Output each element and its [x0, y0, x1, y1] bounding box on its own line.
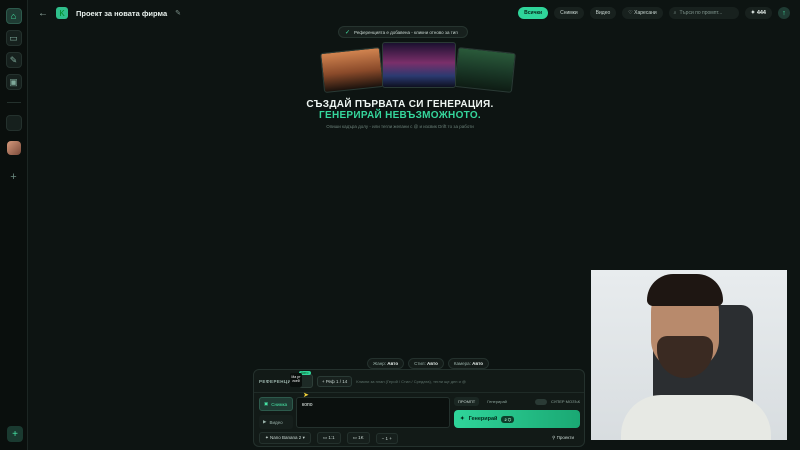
camera-label: Камера: [453, 361, 471, 366]
toast-notification: ✓ Референцията е добавена - кликни отнов… [338, 26, 468, 38]
type-image-button[interactable]: ▣ Снимка [259, 397, 293, 411]
type-image-label: Снимка [271, 401, 288, 407]
hero-image-neon-city [382, 42, 456, 88]
video-icon: ▶ [263, 419, 267, 424]
hero-image-stack [320, 40, 516, 98]
references-row: РЕФЕРЕНЦИИ Авто + Реф 1 / 14 Кликни за п… [254, 370, 584, 393]
hero-subtitle: ГЕНЕРИРАЙ НЕВЪЗМОЖНОТО. [319, 110, 481, 121]
check-icon: ✓ [345, 29, 351, 36]
search-icon: ⌕ [673, 10, 677, 16]
genre-value: Авто [387, 361, 399, 366]
user-menu-icon[interactable]: ↑ [778, 7, 790, 19]
box-icon[interactable]: ▣ [5, 74, 22, 90]
camera-pill[interactable]: Камера: Авто [447, 358, 490, 369]
projects-link[interactable]: ⚲ Проекти [547, 433, 579, 443]
webcam-overlay [591, 270, 787, 440]
edit-title-icon[interactable]: ✎ [175, 9, 181, 17]
media-type-selector: ▣ Снимка ▶ Видео [259, 397, 293, 429]
hero-image-forest [454, 47, 516, 93]
prompt-input[interactable]: копо [296, 397, 450, 428]
preset-pills: Жанр: Авто Стил: Авто Камера: Авто [367, 358, 490, 369]
reference-count-chip[interactable]: + Реф 1 / 14 [316, 375, 353, 387]
generate-label: Генерирай [468, 416, 498, 422]
generation-panel: РЕФЕРЕНЦИИ Авто + Реф 1 / 14 Кликни за п… [253, 369, 585, 447]
topbar: ← K Проект за новата фирма ✎ Всички Сним… [28, 0, 800, 26]
search-placeholder: Търси по промпт... [679, 10, 723, 16]
webcam-shirt [621, 395, 771, 440]
back-arrow-icon[interactable]: ← [38, 8, 48, 19]
project-title: Проект за новата фирма [76, 8, 168, 18]
type-video-label: Видео [269, 419, 283, 425]
top-right-controls: Всички Снимки Видео ♡ Харесани ⌕ Търси п… [518, 7, 790, 19]
super-mode-label: СУПЕР МОЗЪК [551, 399, 580, 404]
hero-title: СЪЗДАЙ ПЪРВАТА СИ ГЕНЕРАЦИЯ. [306, 99, 494, 110]
home-icon[interactable]: ⌂ [5, 8, 22, 24]
resolution-value: 1K [358, 435, 364, 440]
mouse-cursor-icon: ➤ [303, 392, 309, 399]
mode-prompt-tab[interactable]: ПРОМПТ [454, 397, 480, 406]
mode-row: ПРОМПТ Генерирай СУПЕР МОЗЪК [454, 397, 580, 406]
filter-liked-label: Харесани [634, 10, 657, 16]
hero-hint: Опиши кадъра долу - или тегли желани с @… [326, 124, 474, 129]
sparkle-icon: ✦ [460, 416, 465, 422]
type-video-button[interactable]: ▶ Видео [259, 415, 293, 429]
resolution-select[interactable]: ▭ 1K [346, 432, 370, 444]
model-value: Nano Banana 2 [270, 435, 302, 440]
count-stepper[interactable]: − 1 + [375, 432, 398, 444]
camera-value: Авто [472, 361, 484, 366]
brush-icon[interactable]: ✎ [5, 52, 22, 68]
image-icon: ▣ [264, 401, 269, 406]
style-value: Авто [427, 361, 438, 366]
folder-icon[interactable]: ▭ [5, 30, 22, 46]
ratio-select[interactable]: ▭ 1:1 [316, 432, 341, 444]
mode-generate-tab[interactable]: Генерирай [483, 397, 511, 406]
settings-row: ✦ Nano Banana 2 ▾ ▭ 1:1 ▭ 1K − 1 + ⚲ Про… [259, 432, 579, 444]
generate-button[interactable]: ✦ Генерирай 2 ⬡ [454, 410, 580, 428]
project-logo-icon: K [56, 7, 68, 19]
reference-tooltip: Ма рт лкей [290, 373, 302, 387]
prompt-value: копо [302, 402, 313, 408]
avatar[interactable] [6, 141, 21, 155]
sidebar: ⌂ ▭ ✎ ▣ + + [0, 0, 28, 450]
super-mode-toggle[interactable] [535, 398, 548, 405]
filter-images[interactable]: Снимки [554, 7, 584, 19]
credits-value: 444 [756, 10, 766, 16]
add-project-icon[interactable]: + [10, 171, 16, 183]
genre-pill[interactable]: Жанр: Авто [367, 358, 405, 369]
reference-hint: Кликни за план (Герой / Стил / Средата),… [356, 378, 466, 384]
hero-image-sunset [320, 46, 384, 94]
style-label: Стил: [414, 361, 426, 366]
generate-controls: ПРОМПТ Генерирай СУПЕР МОЗЪК ✦ Генерирай… [454, 397, 580, 428]
generate-cost: 2 ⬡ [501, 415, 515, 423]
filter-video[interactable]: Видео [589, 7, 617, 19]
toast-text: Референцията е добавена - кликни отново … [354, 29, 458, 35]
new-generation-icon[interactable]: + [7, 426, 23, 442]
genre-label: Жанр: [373, 361, 386, 366]
webcam-hair [647, 274, 723, 306]
credits-counter[interactable]: ✦ 444 [744, 7, 772, 19]
ratio-value: 1:1 [328, 435, 335, 440]
filter-liked[interactable]: ♡ Харесани [622, 7, 663, 19]
projects-label: Проекти [556, 435, 574, 440]
count-value: 1 [385, 435, 389, 441]
search-input[interactable]: ⌕ Търси по промпт... [668, 7, 739, 19]
model-select[interactable]: ✦ Nano Banana 2 ▾ [259, 432, 311, 444]
style-pill[interactable]: Стил: Авто [408, 358, 444, 369]
filter-all[interactable]: Всички [518, 7, 549, 19]
